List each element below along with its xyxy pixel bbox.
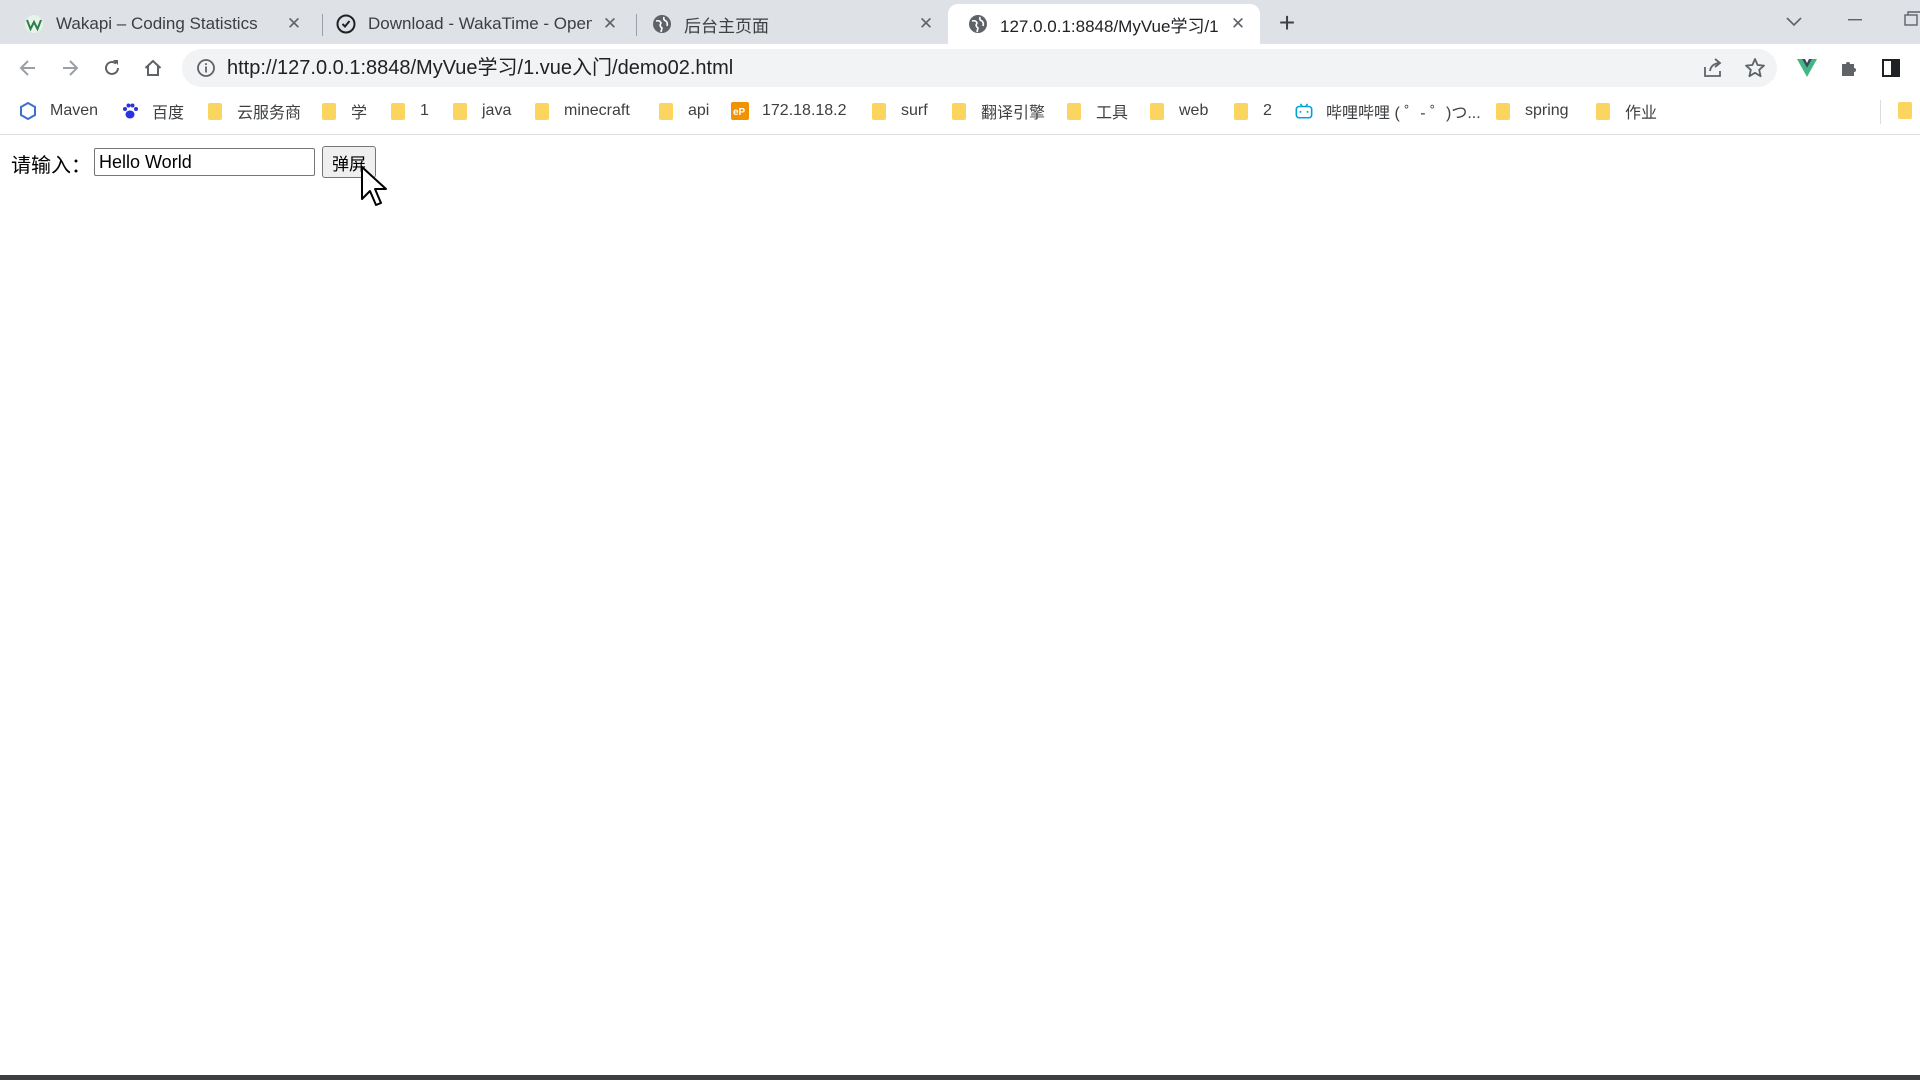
bookmark-folder-java[interactable]: java — [451, 92, 511, 130]
back-arrow-icon[interactable] — [11, 51, 45, 85]
bookmark-folder-api[interactable]: api — [657, 92, 709, 130]
new-tab-plus-icon[interactable]: + — [1270, 7, 1304, 38]
tab-title: Wakapi – Coding Statistics — [56, 14, 258, 33]
other-bookmarks-folder-icon[interactable] — [1898, 102, 1912, 119]
folder-icon — [1494, 102, 1512, 120]
tab-demo02-active[interactable]: 127.0.0.1:8848/MyVue学习/1.v ✕ — [948, 4, 1260, 44]
bilibili-icon — [1295, 102, 1313, 120]
bookmark-label: 2 — [1263, 102, 1272, 119]
svg-text:eP: eP — [733, 107, 746, 118]
bookmark-folder-surf[interactable]: surf — [870, 92, 928, 130]
home-icon[interactable] — [136, 51, 170, 85]
forward-arrow-icon[interactable] — [53, 51, 87, 85]
bookmark-folder-cloud[interactable]: 云服务商 — [206, 92, 301, 130]
folder-icon — [950, 102, 968, 120]
bookmark-label: java — [482, 102, 512, 119]
folder-icon — [1148, 102, 1166, 120]
folder-icon — [1232, 102, 1250, 120]
bookmark-folder-tools[interactable]: 工具 — [1065, 92, 1128, 130]
minimize-icon[interactable] — [1840, 8, 1870, 32]
mouse-pointer-icon — [361, 166, 387, 206]
vue-devtools-icon[interactable] — [1790, 51, 1824, 85]
bookmark-bilibili[interactable]: 哔哩哔哩 ( ゜- ゜)つ... — [1295, 92, 1481, 130]
side-panel-icon[interactable] — [1874, 51, 1908, 85]
browser-window: Wakapi – Coding Statistics ✕ Download - … — [0, 0, 1920, 1080]
restore-window-icon[interactable] — [1900, 8, 1920, 32]
tab-search-chevron-icon[interactable] — [1780, 10, 1808, 34]
bookmark-label: 172.18.18.2 — [762, 102, 847, 119]
bookmark-ep-172[interactable]: eP 172.18.18.2 — [731, 92, 847, 130]
folder-icon — [870, 102, 888, 120]
url-text[interactable]: http://127.0.0.1:8848/MyVue学习/1.vue入门/de… — [227, 49, 733, 87]
bookmark-folder-web[interactable]: web — [1148, 92, 1208, 130]
browser-toolbar: http://127.0.0.1:8848/MyVue学习/1.vue入门/de… — [0, 44, 1920, 92]
folder-icon — [657, 102, 675, 120]
bookmark-label: minecraft — [564, 102, 630, 119]
bookmark-label: web — [1179, 102, 1209, 119]
bookmark-label: 翻译引擎 — [981, 105, 1046, 122]
bookmark-folder-translate[interactable]: 翻译引擎 — [950, 92, 1045, 130]
close-tab-icon[interactable]: ✕ — [1228, 14, 1248, 34]
bookmark-label: spring — [1525, 102, 1569, 119]
bookmark-label: 1 — [420, 102, 429, 119]
bookmark-folder-minecraft[interactable]: minecraft — [533, 92, 630, 130]
close-tab-icon[interactable]: ✕ — [916, 14, 936, 34]
folder-icon — [1065, 102, 1083, 120]
globe-icon — [652, 14, 672, 34]
share-icon[interactable] — [1702, 57, 1724, 79]
folder-icon — [533, 102, 551, 120]
globe-icon — [968, 14, 988, 34]
bookmark-folder-spring[interactable]: spring — [1494, 92, 1569, 130]
message-input[interactable] — [94, 148, 315, 176]
close-tab-icon[interactable]: ✕ — [600, 14, 620, 34]
input-label: 请输入： — [11, 155, 91, 177]
folder-icon — [320, 102, 338, 120]
bookmark-folder-homework[interactable]: 作业 — [1594, 92, 1657, 130]
tab-title: 127.0.0.1:8848/MyVue学习/1.v — [1000, 16, 1220, 36]
bookmark-label: Maven — [50, 102, 99, 119]
tab-wakatime[interactable]: Download - WakaTime - Open ✕ — [316, 4, 632, 44]
folder-icon — [1594, 102, 1612, 120]
wakapi-icon — [24, 14, 44, 34]
folder-icon — [451, 102, 469, 120]
bookmark-label: surf — [901, 102, 928, 119]
bookmark-folder-1[interactable]: 1 — [389, 92, 429, 130]
folder-icon — [206, 102, 224, 120]
address-bar[interactable]: http://127.0.0.1:8848/MyVue学习/1.vue入门/de… — [182, 49, 1777, 87]
tab-wakapi[interactable]: Wakapi – Coding Statistics ✕ — [4, 4, 316, 44]
tab-strip: Wakapi – Coding Statistics ✕ Download - … — [0, 0, 1920, 44]
bookmark-folder-study[interactable]: 学 — [320, 92, 367, 130]
bookmark-label: 作业 — [1625, 105, 1658, 122]
tab-title: Download - WakaTime - Open — [368, 14, 592, 33]
ep-icon: eP — [731, 102, 749, 120]
bookmark-label: 哔哩哔哩 ( ゜- ゜)つ... — [1326, 105, 1481, 122]
bookmark-star-icon[interactable] — [1743, 56, 1767, 80]
bookmark-maven[interactable]: Maven — [19, 92, 98, 130]
folder-icon — [389, 102, 407, 120]
bookmark-label: 百度 — [152, 105, 185, 122]
window-bottom-edge — [0, 1075, 1920, 1080]
maven-icon — [19, 102, 37, 120]
bookmarks-divider — [1880, 100, 1881, 124]
wakatime-icon — [336, 14, 356, 34]
reload-icon[interactable] — [95, 51, 129, 85]
extensions-puzzle-icon[interactable] — [1832, 51, 1866, 85]
bookmark-folder-2[interactable]: 2 — [1232, 92, 1272, 130]
bookmark-label: api — [688, 102, 710, 119]
page-content: 请输入： 弹屏 — [0, 135, 1920, 1075]
close-tab-icon[interactable]: ✕ — [284, 14, 304, 34]
baidu-paw-icon — [121, 102, 139, 120]
bookmark-label: 云服务商 — [237, 105, 302, 122]
bookmark-label: 学 — [351, 105, 368, 122]
site-info-icon[interactable] — [196, 58, 216, 78]
tab-admin-home[interactable]: 后台主页面 ✕ — [632, 4, 948, 44]
tab-title: 后台主页面 — [684, 16, 769, 36]
bookmarks-bar: Maven 百度 云服务商 学 1 java minecraft api eP … — [0, 92, 1920, 135]
bookmark-label: 工具 — [1096, 105, 1129, 122]
bookmark-baidu[interactable]: 百度 — [121, 92, 184, 130]
